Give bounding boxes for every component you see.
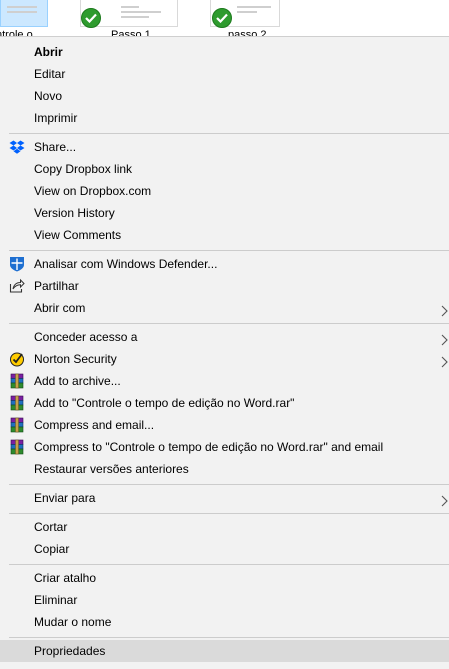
menu-item-label: Add to archive... — [34, 374, 121, 388]
dropbox-icon — [9, 139, 25, 155]
menu-item-label: Enviar para — [34, 491, 96, 505]
menu-item-label: Conceder acesso a — [34, 330, 138, 344]
menu-item-view-comments[interactable]: View Comments — [0, 224, 449, 246]
menu-item-compress-to-rar-and-email[interactable]: Compress to "Controle o tempo de edição … — [0, 436, 449, 458]
menu-item-cortar[interactable]: Cortar — [0, 516, 449, 538]
menu-item-dropbox-share[interactable]: Share... — [0, 136, 449, 158]
share-icon — [9, 278, 25, 294]
menu-item-copy-dropbox-link[interactable]: Copy Dropbox link — [0, 158, 449, 180]
menu-item-label: Novo — [34, 89, 63, 103]
menu-item-label: Analisar com Windows Defender... — [34, 257, 218, 271]
menu-item-label: Partilhar — [34, 279, 79, 293]
chevron-right-icon — [441, 492, 449, 507]
menu-item-windows-defender[interactable]: Analisar com Windows Defender... — [0, 253, 449, 275]
file-explorer-view: ntrole o Passo 1 passo 2 — [0, 0, 449, 40]
menu-item-propriedades[interactable]: Propriedades — [0, 640, 449, 662]
menu-item-label: Abrir — [34, 45, 63, 59]
menu-item-label: Mudar o nome — [34, 615, 112, 629]
winrar-icon — [9, 395, 25, 411]
sync-check-icon — [81, 8, 101, 28]
chevron-right-icon — [441, 302, 449, 317]
menu-item-label: Version History — [34, 206, 115, 220]
menu-item-label: Compress and email... — [34, 418, 155, 432]
menu-item-label: Eliminar — [34, 593, 78, 607]
context-menu: Abrir Editar Novo Imprimir Share... Copy… — [0, 36, 449, 669]
chevron-right-icon — [441, 353, 449, 368]
menu-item-partilhar[interactable]: Partilhar — [0, 275, 449, 297]
menu-item-criar-atalho[interactable]: Criar atalho — [0, 567, 449, 589]
menu-item-enviar-para[interactable]: Enviar para — [0, 487, 449, 509]
menu-item-compress-and-email[interactable]: Compress and email... — [0, 414, 449, 436]
menu-item-label: Criar atalho — [34, 571, 97, 585]
chevron-right-icon — [441, 331, 449, 346]
norton-icon — [9, 351, 25, 367]
windows-defender-icon — [9, 256, 25, 272]
sync-check-icon — [212, 8, 232, 28]
menu-item-editar[interactable]: Editar — [0, 63, 449, 85]
menu-item-label: View Comments — [34, 228, 122, 242]
menu-item-label: Copy Dropbox link — [34, 162, 133, 176]
menu-separator — [9, 513, 449, 514]
menu-item-copiar[interactable]: Copiar — [0, 538, 449, 560]
menu-item-abrir[interactable]: Abrir — [0, 41, 449, 63]
menu-item-mudar-nome[interactable]: Mudar o nome — [0, 611, 449, 633]
menu-item-label: Add to "Controle o tempo de edição no Wo… — [34, 396, 295, 410]
menu-item-add-to-rar[interactable]: Add to "Controle o tempo de edição no Wo… — [0, 392, 449, 414]
menu-item-add-to-archive[interactable]: Add to archive... — [0, 370, 449, 392]
menu-separator — [9, 564, 449, 565]
menu-item-label: Cortar — [34, 520, 68, 534]
menu-item-imprimir[interactable]: Imprimir — [0, 107, 449, 129]
winrar-icon — [9, 439, 25, 455]
menu-separator — [9, 133, 449, 134]
winrar-icon — [9, 417, 25, 433]
menu-item-restaurar-versoes[interactable]: Restaurar versões anteriores — [0, 458, 449, 480]
menu-item-label: Share... — [34, 140, 77, 154]
menu-separator — [9, 323, 449, 324]
menu-item-label: View on Dropbox.com — [34, 184, 152, 198]
menu-item-abrir-com[interactable]: Abrir com — [0, 297, 449, 319]
menu-item-view-on-dropbox[interactable]: View on Dropbox.com — [0, 180, 449, 202]
file-thumbnail-controle[interactable] — [0, 0, 48, 27]
menu-item-novo[interactable]: Novo — [0, 85, 449, 107]
menu-item-label: Restaurar versões anteriores — [34, 462, 189, 476]
menu-item-version-history[interactable]: Version History — [0, 202, 449, 224]
menu-separator — [9, 250, 449, 251]
menu-item-label: Norton Security — [34, 352, 117, 366]
menu-item-label: Compress to "Controle o tempo de edição … — [34, 440, 384, 454]
menu-item-eliminar[interactable]: Eliminar — [0, 589, 449, 611]
menu-separator — [9, 484, 449, 485]
winrar-icon — [9, 373, 25, 389]
menu-item-label: Propriedades — [34, 644, 106, 658]
menu-separator — [9, 637, 449, 638]
menu-item-norton-security[interactable]: Norton Security — [0, 348, 449, 370]
menu-item-label: Copiar — [34, 542, 70, 556]
menu-item-label: Imprimir — [34, 111, 78, 125]
menu-item-label: Editar — [34, 67, 66, 81]
menu-item-label: Abrir com — [34, 301, 86, 315]
menu-item-conceder-acesso[interactable]: Conceder acesso a — [0, 326, 449, 348]
